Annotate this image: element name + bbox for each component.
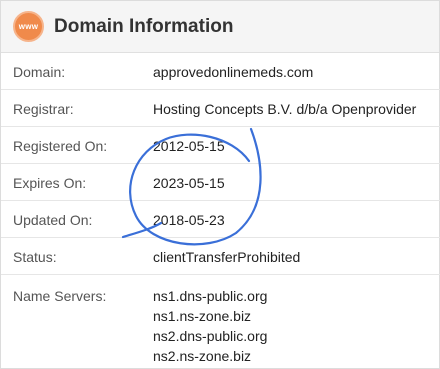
row-value: Hosting Concepts B.V. d/b/a Openprovider xyxy=(153,101,417,117)
name-server-item: ns1.ns-zone.biz xyxy=(153,308,252,324)
row-value: 2012-05-15 xyxy=(153,138,225,154)
row-label: Domain: xyxy=(13,64,66,80)
row-label: Status: xyxy=(13,249,57,265)
row-label: Expires On: xyxy=(13,175,87,191)
row-value: 2018-05-23 xyxy=(153,212,225,228)
name-server-item: ns2.dns-public.org xyxy=(153,328,268,344)
row-updated-on: Updated On: 2018-05-23 xyxy=(1,201,440,238)
row-value: clientTransferProhibited xyxy=(153,249,301,265)
row-expires-on: Expires On: 2023-05-15 xyxy=(1,164,440,201)
row-label: Registered On: xyxy=(13,138,108,154)
row-label: Updated On: xyxy=(13,212,93,228)
name-server-item: ns2.ns-zone.biz xyxy=(153,348,252,364)
card-header: www Domain Information xyxy=(1,1,439,53)
row-registered-on: Registered On: 2012-05-15 xyxy=(1,127,440,164)
card-title: Domain Information xyxy=(54,15,234,37)
www-globe-icon: www xyxy=(13,11,44,42)
row-value: 2023-05-15 xyxy=(153,175,225,191)
row-registrar: Registrar: Hosting Concepts B.V. d/b/a O… xyxy=(1,90,440,127)
row-domain: Domain: approvedonlinemeds.com xyxy=(1,53,440,90)
row-label: Name Servers: xyxy=(13,288,107,304)
row-value: approvedonlinemeds.com xyxy=(153,64,314,80)
name-server-item: ns1.dns-public.org xyxy=(153,288,268,304)
www-icon-text: www xyxy=(18,22,39,31)
name-server-list: ns1.dns-public.org ns1.ns-zone.biz ns2.d… xyxy=(153,286,267,366)
row-label: Registrar: xyxy=(13,101,74,117)
domain-info-card: www Domain Information Domain: approvedo… xyxy=(0,0,440,369)
row-name-servers: Name Servers: ns1.dns-public.org ns1.ns-… xyxy=(1,275,440,369)
row-status: Status: clientTransferProhibited xyxy=(1,238,440,275)
